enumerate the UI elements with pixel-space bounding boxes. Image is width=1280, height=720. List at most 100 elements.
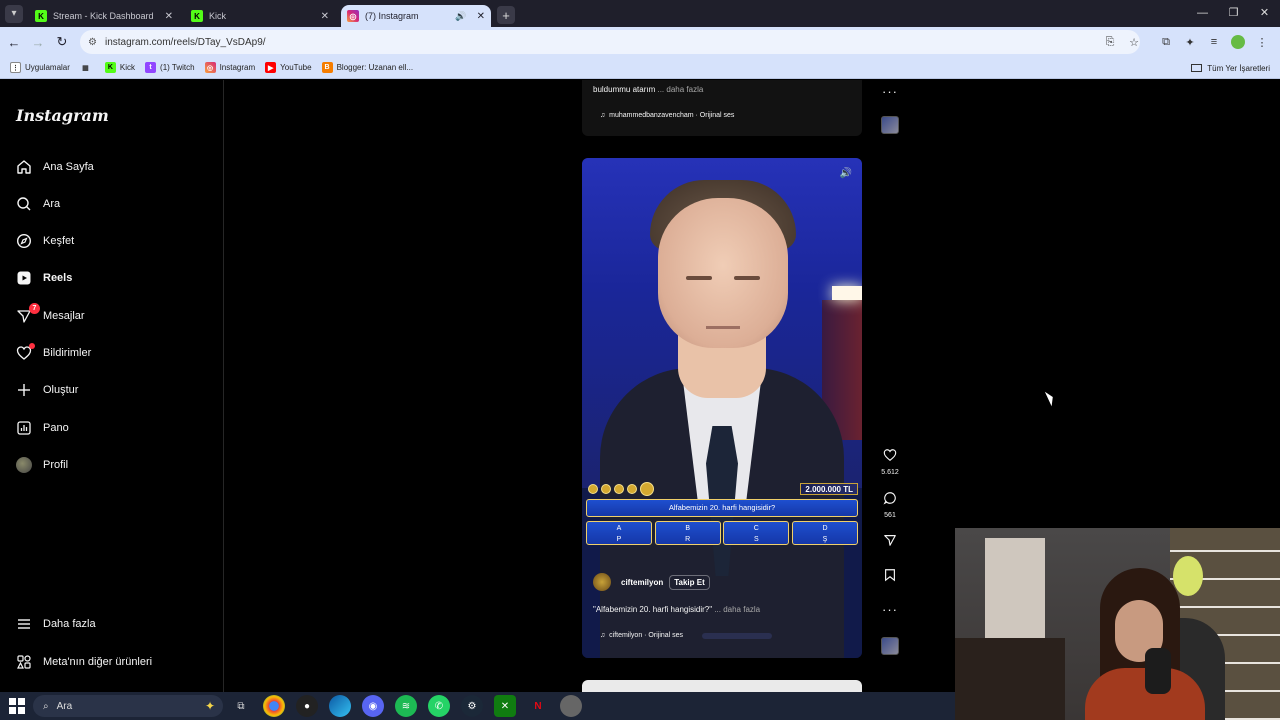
- bookmark-youtube[interactable]: ▶ YouTube: [265, 62, 312, 73]
- more-link[interactable]: ... daha fazla: [714, 605, 760, 614]
- edge-icon[interactable]: [329, 695, 351, 717]
- minimize-icon[interactable]: —: [1187, 0, 1218, 27]
- bookmark-instagram[interactable]: ◎ Instagram: [204, 62, 255, 73]
- bookmark-twitch[interactable]: t (1) Twitch: [145, 62, 195, 73]
- xbox-icon[interactable]: ✕: [494, 695, 516, 717]
- twitch-icon: t: [145, 62, 157, 73]
- sidebar-item-reels[interactable]: Reels: [16, 266, 72, 290]
- comment-count: 561: [884, 512, 896, 519]
- windows-start-icon[interactable]: [9, 698, 25, 714]
- instagram-icon: ◎: [204, 62, 216, 73]
- profile-avatar[interactable]: [1231, 35, 1245, 49]
- windows-taskbar: ⌕ Ara ✦ ⧉ ● ◉ ≋ ✆ ⚙ ✕ N: [0, 692, 955, 720]
- steam-icon[interactable]: ⚙: [461, 695, 483, 717]
- tab-search-button[interactable]: ▾: [5, 4, 23, 23]
- close-icon[interactable]: ✕: [477, 11, 485, 22]
- chrome-icon[interactable]: [263, 695, 285, 717]
- sidebar-item-profile[interactable]: Profil: [16, 453, 68, 477]
- more-link[interactable]: ... daha fazla: [657, 85, 703, 94]
- url-bar[interactable]: ⚙ instagram.com/reels/DTay_VsDAp9/: [80, 30, 1140, 54]
- channel-name[interactable]: ciftemilyon: [621, 578, 663, 587]
- tab-kick[interactable]: K Kick ✕: [185, 5, 335, 27]
- tab-instagram[interactable]: ◎ (7) Instagram 🔊 ✕: [341, 5, 491, 27]
- app-icon[interactable]: [560, 695, 582, 717]
- window-controls: — ❐ ✕: [1187, 0, 1280, 27]
- close-window-icon[interactable]: ✕: [1249, 0, 1280, 27]
- comment-icon: [880, 491, 900, 508]
- reel-video[interactable]: 🔊 2.000.000 TL Alfabemizin 20. harfi han…: [582, 158, 862, 658]
- previous-reel-caption: buldummu atarım ... daha fazla: [593, 85, 704, 94]
- all-bookmarks[interactable]: Tüm Yer İşaretleri: [1191, 57, 1270, 79]
- speaker-icon[interactable]: 🔊: [455, 11, 466, 22]
- follow-button[interactable]: Takip Et: [669, 574, 710, 590]
- sidebar-item-search[interactable]: Ara: [16, 192, 60, 216]
- extensions-icon[interactable]: ✦: [1178, 36, 1202, 49]
- media-controls-icon[interactable]: ≡: [1202, 36, 1226, 48]
- more-options-button[interactable]: ···: [880, 602, 900, 617]
- close-icon[interactable]: ✕: [165, 11, 173, 22]
- instagram-icon: ◎: [347, 10, 359, 22]
- bookmark-grid[interactable]: ▦: [80, 62, 95, 73]
- taskbar-search[interactable]: ⌕ Ara ✦: [33, 695, 223, 717]
- previous-audio-thumb[interactable]: [880, 116, 900, 134]
- instagram-logo[interactable]: Instagram: [16, 106, 109, 125]
- sidebar-item-explore[interactable]: Keşfet: [16, 229, 74, 253]
- lifelines: [588, 482, 657, 496]
- answer-c: CS: [723, 521, 790, 545]
- like-button[interactable]: 5.612: [880, 448, 900, 476]
- grid-icon: ▦: [82, 64, 89, 72]
- new-tab-button[interactable]: +: [497, 6, 515, 24]
- answer-d: DŞ: [791, 521, 858, 545]
- more-menu-button[interactable]: Daha fazla: [16, 612, 96, 636]
- previous-more-button[interactable]: ···: [880, 84, 900, 99]
- volume-icon[interactable]: 🔊: [840, 168, 852, 179]
- kick-icon: K: [191, 10, 203, 22]
- dashboard-icon: [16, 420, 32, 436]
- back-icon[interactable]: ←: [2, 35, 26, 50]
- spotify-icon[interactable]: ≋: [395, 695, 417, 717]
- share-button[interactable]: [880, 533, 900, 550]
- sidebar-item-notifications[interactable]: Bildirimler: [16, 341, 91, 365]
- comment-button[interactable]: 561: [880, 491, 900, 519]
- reload-icon[interactable]: ↻: [50, 34, 74, 50]
- save-button[interactable]: [880, 568, 900, 585]
- channel-row: ciftemilyon Takip Et: [593, 573, 710, 591]
- bookmark-apps[interactable]: ⋮ Uygulamalar: [10, 62, 70, 73]
- previous-reel-card[interactable]: buldummu atarım ... daha fazla ♫ muhamme…: [582, 80, 862, 136]
- bookmark-blogger[interactable]: B Blogger: Uzanan ell...: [321, 62, 413, 73]
- meta-apps-icon: [16, 654, 32, 670]
- site-info-icon[interactable]: ⚙: [88, 37, 97, 48]
- previous-reel-audio[interactable]: ♫ muhammedbanzavencham · Orijinal ses: [600, 112, 734, 119]
- sidebar-item-label: Reels: [43, 272, 73, 284]
- restore-icon[interactable]: ❐: [1218, 0, 1249, 27]
- audio-thumbnail: [881, 116, 899, 134]
- obs-icon[interactable]: ●: [296, 695, 318, 717]
- whatsapp-icon[interactable]: ✆: [428, 695, 450, 717]
- youtube-icon: ▶: [265, 62, 277, 73]
- reel-audio[interactable]: ♫ ciftemilyon · Orijinal ses: [600, 632, 683, 639]
- microphone: [1145, 648, 1171, 694]
- copilot-sparkle-icon: ✦: [204, 699, 215, 713]
- sidebar-item-create[interactable]: Oluştur: [16, 378, 78, 402]
- bookmark-star-icon[interactable]: ☆: [1122, 36, 1146, 49]
- sidebar-item-label: Ana Sayfa: [43, 161, 94, 173]
- meta-products-button[interactable]: Meta'nın diğer ürünleri: [16, 650, 152, 674]
- show-logo: [640, 482, 654, 496]
- translate-icon[interactable]: ⧉: [1154, 36, 1178, 49]
- bookmark-kick[interactable]: K Kick: [104, 62, 135, 73]
- sidebar-item-messages[interactable]: 7 Mesajlar: [16, 303, 85, 328]
- audio-thumb-button[interactable]: [880, 637, 900, 655]
- task-view-icon[interactable]: ⧉: [230, 695, 252, 717]
- close-icon[interactable]: ✕: [321, 11, 329, 22]
- netflix-icon[interactable]: N: [527, 695, 549, 717]
- heart-icon: [880, 448, 900, 465]
- sidebar-item-home[interactable]: Ana Sayfa: [16, 155, 94, 179]
- tab-kick-dashboard[interactable]: K Stream - Kick Dashboard ✕: [29, 5, 179, 27]
- menu-icon[interactable]: ⋮: [1250, 36, 1274, 49]
- forward-icon[interactable]: →: [26, 35, 50, 50]
- channel-avatar[interactable]: [593, 573, 611, 591]
- discord-icon[interactable]: ◉: [362, 695, 384, 717]
- install-app-icon[interactable]: ⎘: [1098, 36, 1122, 49]
- sidebar-item-dashboard[interactable]: Pano: [16, 416, 69, 440]
- heart-icon: [16, 343, 35, 361]
